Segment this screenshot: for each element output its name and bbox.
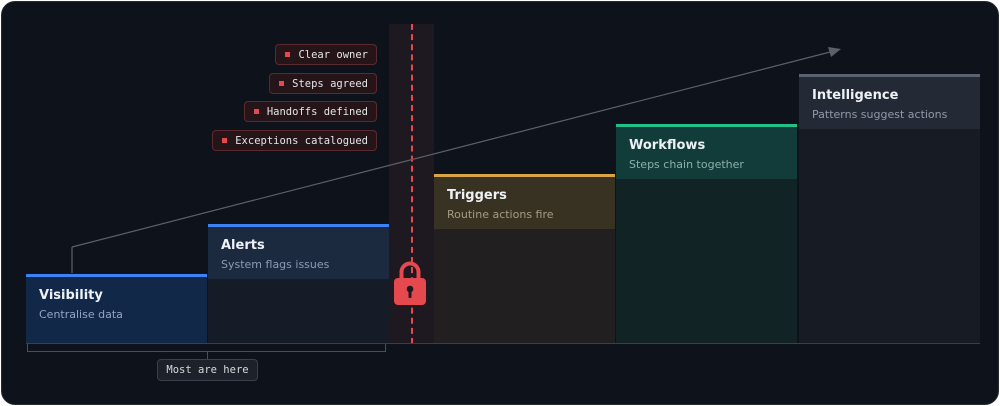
diagram-overlay: [71, 47, 841, 305]
trend-arrow: [71, 47, 841, 273]
lock-icon: [394, 261, 426, 305]
diagram-frame: Visibility Centralise data Alerts System…: [1, 1, 999, 405]
